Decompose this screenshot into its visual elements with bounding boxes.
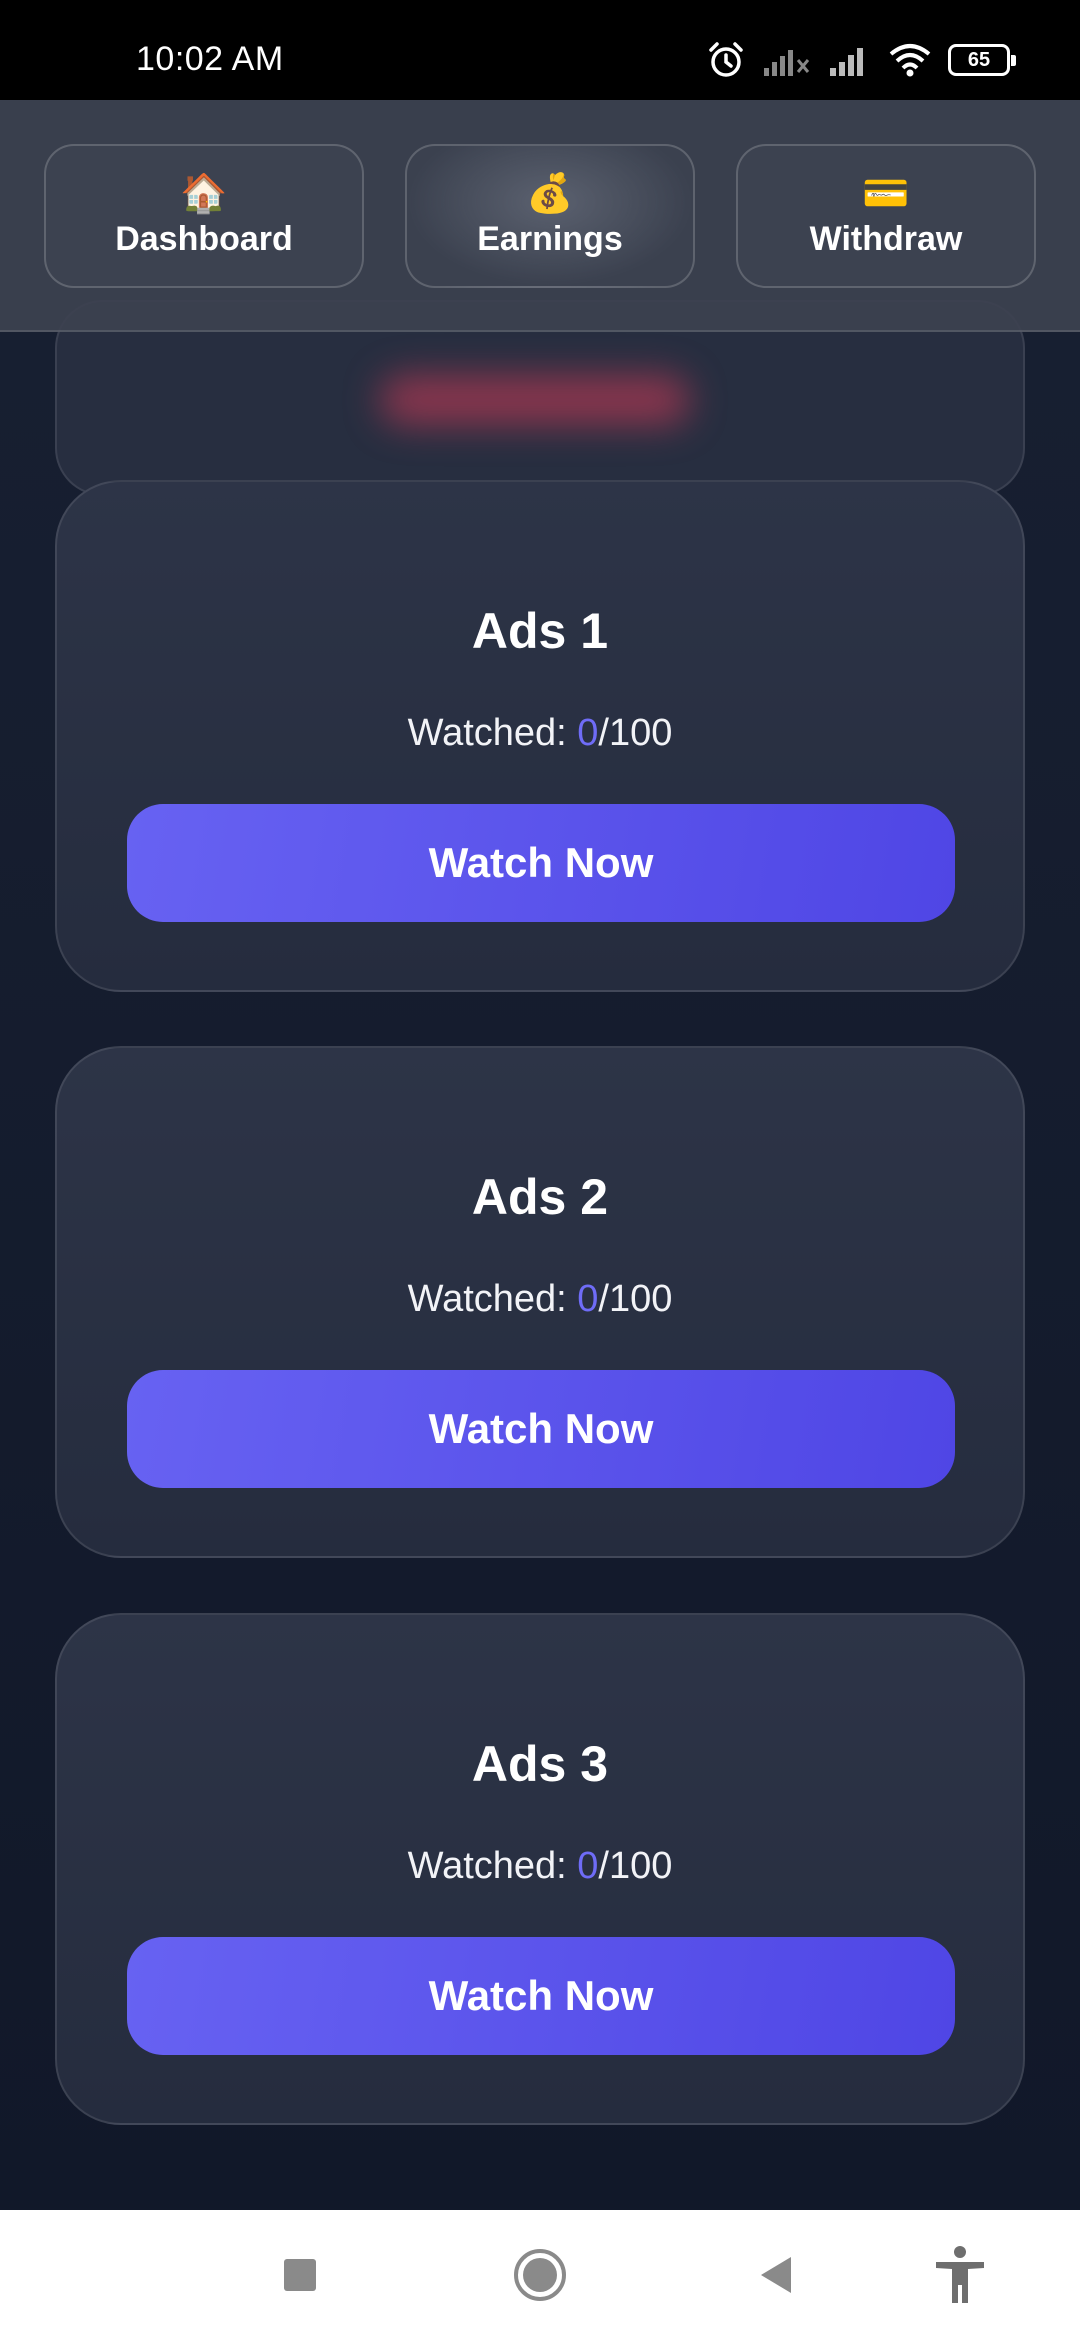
back-triangle-icon[interactable] xyxy=(736,2210,816,2340)
top-navigation: 🏠 Dashboard 💰 Earnings 💳 Withdraw xyxy=(0,100,1080,332)
signal-x-icon xyxy=(762,42,812,78)
watched-count: 0 xyxy=(577,712,599,754)
nav-earnings-button[interactable]: 💰 Earnings xyxy=(405,144,695,288)
watch-now-button[interactable]: Watch Now xyxy=(127,1937,955,2055)
home-circle-icon[interactable] xyxy=(500,2210,580,2340)
signal-icon xyxy=(828,42,872,78)
nav-withdraw-button[interactable]: 💳 Withdraw xyxy=(736,144,1036,288)
ad-card-3: Ads 3 Watched: 0/100 Watch Now xyxy=(55,1613,1025,2125)
watched-count: 0 xyxy=(577,1278,599,1320)
watched-total: /100 xyxy=(598,1845,673,1887)
ads-list[interactable]: Ads 1 Watched: 0/100 Watch Now Ads 2 Wat… xyxy=(0,100,1080,2210)
watched-label: Watched: xyxy=(407,1845,578,1887)
ad-watched-counter: Watched: 0/100 xyxy=(57,1278,1023,1321)
ad-watched-counter: Watched: 0/100 xyxy=(57,712,1023,755)
home-icon: 🏠 xyxy=(180,172,228,215)
status-icons: 65 xyxy=(706,38,1016,82)
ad-title: Ads 3 xyxy=(471,1736,609,1792)
watched-total: /100 xyxy=(598,1278,673,1320)
ad-title: Ads 2 xyxy=(471,1169,609,1225)
watched-label: Watched: xyxy=(407,1278,578,1320)
ad-card-2: Ads 2 Watched: 0/100 Watch Now xyxy=(55,1046,1025,1558)
accessibility-icon[interactable] xyxy=(920,2210,1000,2340)
nav-label: Earnings xyxy=(477,219,623,258)
ad-watched-counter: Watched: 0/100 xyxy=(57,1845,1023,1888)
credit-card-icon: 💳 xyxy=(862,172,910,215)
system-navigation-bar xyxy=(0,2210,1080,2340)
watch-now-button[interactable]: Watch Now xyxy=(127,804,955,922)
ad-title: Ads 1 xyxy=(471,603,609,659)
nav-label: Dashboard xyxy=(115,219,293,258)
wifi-icon xyxy=(888,42,932,78)
status-time: 10:02 AM xyxy=(136,40,284,78)
status-bar: 10:02 AM 65 xyxy=(0,0,1080,100)
battery-icon: 65 xyxy=(948,44,1016,76)
nav-dashboard-button[interactable]: 🏠 Dashboard xyxy=(44,144,364,288)
watched-count: 0 xyxy=(577,1845,599,1887)
watched-total: /100 xyxy=(598,712,673,754)
partial-card-glow xyxy=(380,375,690,425)
alarm-icon xyxy=(706,40,746,80)
money-bag-icon: 💰 xyxy=(526,172,574,215)
ad-card-1: Ads 1 Watched: 0/100 Watch Now xyxy=(55,480,1025,992)
nav-label: Withdraw xyxy=(809,219,963,258)
watched-label: Watched: xyxy=(407,712,578,754)
recents-square-icon[interactable] xyxy=(260,2210,340,2340)
watch-now-button[interactable]: Watch Now xyxy=(127,1370,955,1488)
